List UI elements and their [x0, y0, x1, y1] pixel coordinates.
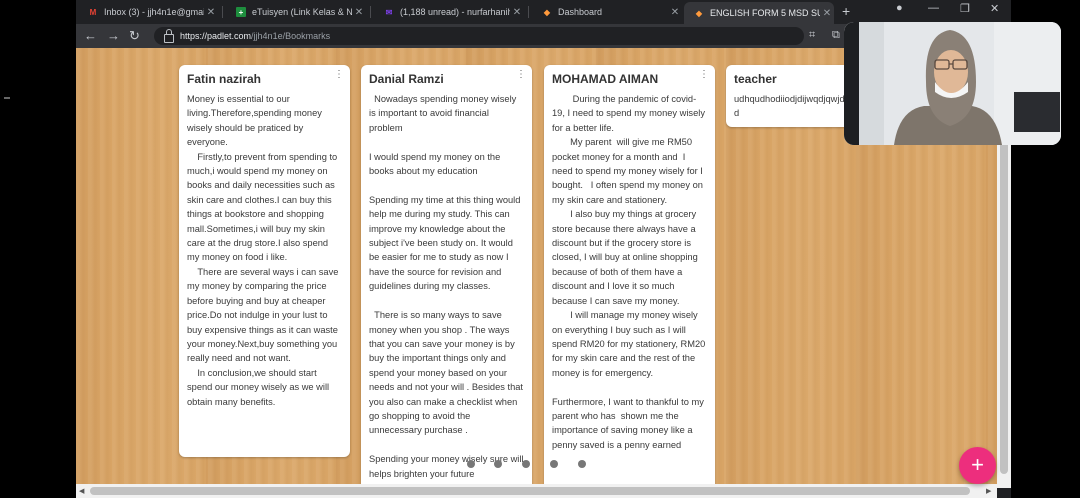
- post-body: Money is essential to our living.Therefo…: [187, 94, 339, 407]
- profile-icon[interactable]: ●: [896, 2, 903, 14]
- post-card[interactable]: MOHAMAD AIMAN ⋮ During the pandemic of c…: [544, 65, 715, 488]
- extension-icon[interactable]: ⧉: [832, 29, 840, 42]
- forward-icon[interactable]: →: [107, 28, 120, 44]
- scroll-right-icon[interactable]: ▶: [986, 487, 991, 495]
- more-options-icon[interactable]: ⋮: [516, 70, 526, 80]
- post-card[interactable]: Fatin nazirah ⋮ Money is essential to ou…: [179, 65, 350, 457]
- presenter-video: [844, 22, 1061, 145]
- qr-code-icon[interactable]: ⌗: [809, 29, 815, 42]
- loading-dot: [550, 460, 558, 468]
- tab-english-form5[interactable]: ◆ ENGLISH FORM 5 MSD SUNWAY ✕: [684, 2, 834, 24]
- tab-divider: [370, 6, 371, 18]
- scroll-left-icon[interactable]: ◀: [79, 487, 84, 495]
- lock-icon: [164, 28, 174, 43]
- tab-gmail[interactable]: M Inbox (3) - jjh4n1e@gmail.com ✕: [78, 2, 218, 22]
- loading-dot: [494, 460, 502, 468]
- new-tab-button[interactable]: +: [842, 3, 850, 19]
- close-icon[interactable]: ✕: [668, 7, 682, 18]
- tab-yahoo-mail[interactable]: ✉ (1,188 unread) - nurfarhanih ✕: [374, 2, 524, 22]
- tab-etuisyen[interactable]: + eTuisyen (Link Kelas & Nota) ✕: [226, 2, 366, 22]
- reload-icon[interactable]: ↻: [129, 28, 140, 44]
- post-body: During the pandemic of covid-19, I need …: [552, 94, 706, 450]
- maximize-icon[interactable]: ❐: [960, 2, 970, 15]
- tab-title: eTuisyen (Link Kelas & Nota): [252, 7, 352, 17]
- sheets-icon: +: [236, 7, 246, 17]
- tab-divider: [528, 6, 529, 18]
- edge-mark: [4, 97, 10, 99]
- tab-title: Inbox (3) - jjh4n1e@gmail.com: [104, 7, 204, 17]
- horizontal-scrollbar[interactable]: ◀ ▶: [76, 484, 997, 498]
- minimize-icon[interactable]: —: [928, 2, 939, 14]
- tab-title: Dashboard: [558, 7, 603, 17]
- yahoo-mail-icon: ✉: [385, 7, 393, 17]
- close-icon[interactable]: ✕: [510, 7, 524, 18]
- more-options-icon[interactable]: ⋮: [334, 70, 344, 80]
- close-window-icon[interactable]: ✕: [990, 2, 999, 15]
- url-path: /jjh4n1e/Bookmarks: [251, 31, 331, 41]
- back-icon[interactable]: ←: [84, 28, 97, 44]
- scrollbar-thumb[interactable]: [90, 487, 970, 495]
- post-author: MOHAMAD AIMAN: [552, 72, 659, 86]
- loading-dot: [467, 460, 475, 468]
- post-card[interactable]: Danial Ramzi ⋮ Nowadays spending money w…: [361, 65, 532, 488]
- tab-dashboard[interactable]: ◆ Dashboard ✕: [532, 2, 682, 22]
- more-options-icon[interactable]: ⋮: [699, 70, 709, 80]
- add-post-button[interactable]: +: [959, 447, 996, 484]
- tab-divider: [222, 6, 223, 18]
- close-icon[interactable]: ✕: [820, 8, 834, 19]
- post-author: Fatin nazirah: [187, 72, 262, 86]
- padlet-icon: ◆: [543, 7, 551, 17]
- address-bar[interactable]: https://padlet.com/jjh4n1e/Bookmarks: [154, 27, 804, 45]
- post-body: Nowadays spending money wisely is import…: [369, 94, 524, 479]
- tab-title: ENGLISH FORM 5 MSD SUNWAY: [710, 8, 820, 18]
- tab-title: (1,188 unread) - nurfarhanih: [400, 7, 510, 17]
- gmail-icon: M: [89, 7, 97, 17]
- close-icon[interactable]: ✕: [204, 7, 218, 18]
- webcam-overlay: [844, 22, 1061, 145]
- loading-dot: [578, 460, 586, 468]
- url-base: https://padlet.com: [180, 31, 252, 41]
- post-author: Danial Ramzi: [369, 72, 444, 86]
- loading-dot: [522, 460, 530, 468]
- tab-strip: M Inbox (3) - jjh4n1e@gmail.com ✕ + eTui…: [76, 0, 1011, 24]
- close-icon[interactable]: ✕: [352, 7, 366, 18]
- padlet-icon: ◆: [695, 8, 703, 18]
